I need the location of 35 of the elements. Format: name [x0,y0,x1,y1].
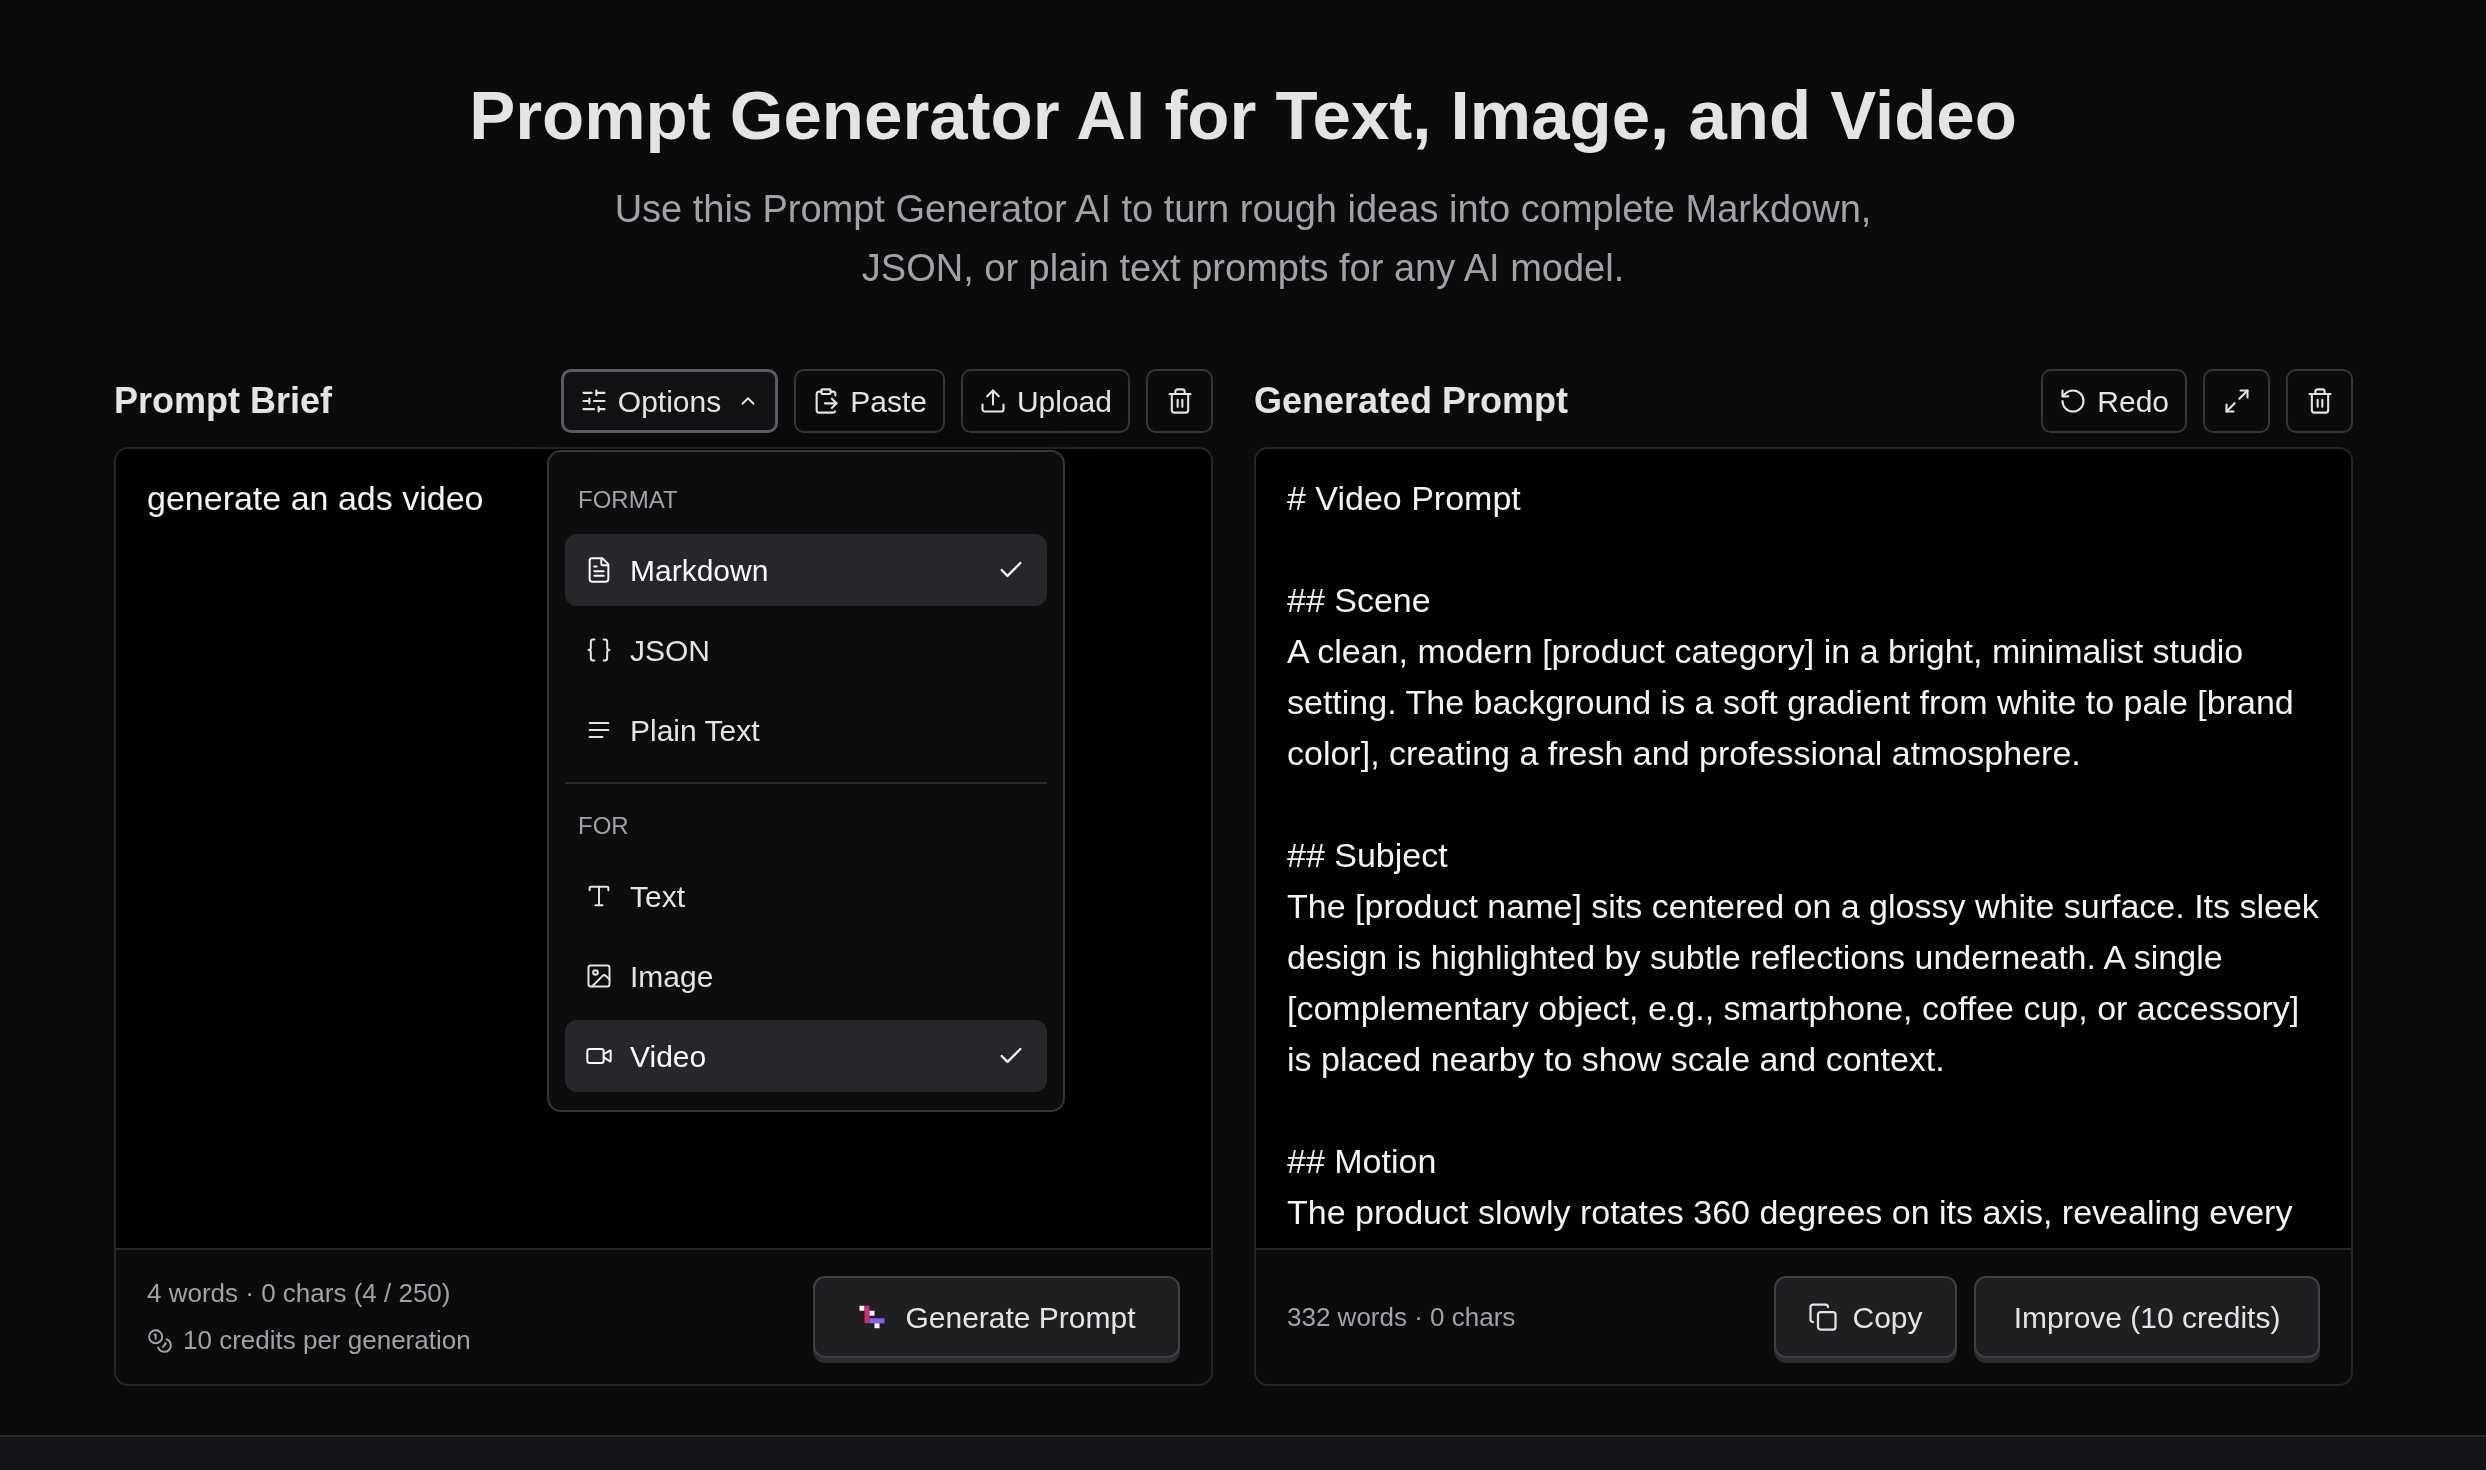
page-subtitle: Use this Prompt Generator AI to turn rough ideas into complete Markdown, JSON, or plain text prompts for any AI model. [613,187,1873,291]
menu-item[interactable]: Video [565,1020,1047,1092]
menu-item[interactable]: Image [565,940,1047,1012]
markdown-heading: # Video Prompt [1287,478,1522,519]
paragraph-text: A clean, modern [product category] in a bright, minimalist studio setting. The background is a soft gradient from white to pale [brand color], creating a fresh and professional atmosphere. [1287,631,2295,774]
menu-item[interactable]: Markdown [565,534,1047,606]
options-button[interactable]: Options [560,369,779,433]
copy-icon [1808,1302,1839,1332]
paragraph-text: The product slowly rotates 360 degrees on its axis, revealing every [1287,1192,2294,1233]
paste-button[interactable]: Paste [794,369,945,433]
redo-button[interactable]: Redo [2041,369,2187,433]
delete-button[interactable] [1146,369,1213,433]
delete-button[interactable] [2286,369,2353,433]
upload-button[interactable]: Upload [960,369,1130,433]
panel-title: Prompt Brief [114,379,333,423]
expand-button[interactable] [2203,369,2270,433]
braces-icon [585,636,613,664]
menu-item[interactable]: Text [565,860,1047,932]
word-count-text: 4 words · 0 chars (4 / 250) [147,1277,452,1310]
markdown-heading: ## Subject [1287,835,1449,876]
coins-icon [147,1327,173,1354]
menu-item[interactable]: Plain Text [565,694,1047,766]
menu-item[interactable]: JSON [565,614,1047,686]
credits-text: 10 credits per generation [183,1324,471,1357]
image-icon [585,962,613,990]
paragraph-text: The [product name] sits centered on a glossy white surface. Its sleek design is highlighted by subtle reflections underneath. A single [complementary object, e.g., smartphone, coffee cup, or accessory] is placed nearby to show scale and context. [1287,886,2320,1080]
markdown-heading: ## Scene [1287,580,1432,621]
panel-title: Generated Prompt [1254,379,1569,423]
expand-icon [2222,387,2251,415]
markdown-heading: ## Motion [1287,1141,1438,1182]
word-count-text: 332 words · 0 chars [1287,1300,1516,1334]
menu-group-heading: FOR [578,811,629,841]
page-title: Prompt Generator AI for Text, Image, and Video [469,76,2017,156]
menu-group-heading: FORMAT [578,485,678,515]
upload-icon [978,387,1007,415]
